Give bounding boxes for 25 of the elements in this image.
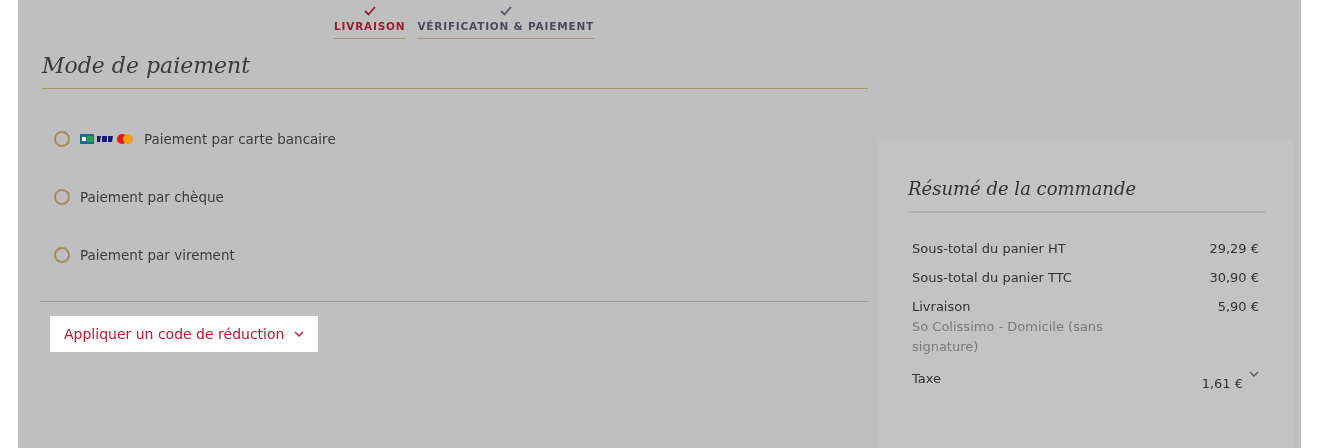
checkout-step-tab[interactable]: LIVRAISON [334,6,406,39]
checkout-step-tab[interactable]: VÉRIFICATION & PAIEMENT [417,6,594,39]
section-heading: Mode de paiement [42,53,868,89]
payment-option-label: Paiement par chèque [80,189,224,205]
summary-amount: 29,29 € [1209,241,1259,256]
checkmark-icon [363,6,376,16]
radio-button[interactable] [54,189,70,205]
summary-heading: Résumé de la commande [908,178,1265,213]
chevron-down-icon [294,331,305,337]
payment-option-label: Paiement par virement [80,247,235,263]
radio-button[interactable] [54,247,70,263]
summary-label: Taxe [912,371,942,387]
summary-amount: 5,90 € [1217,299,1259,314]
summary-label: Sous-total du panier HT [912,241,1066,256]
summary-amount: 1,61 € [1201,376,1243,392]
summary-amount: 30,90 € [1209,270,1259,285]
checkmark-icon [499,6,512,16]
summary-label: Sous-total du panier TTC [912,270,1072,285]
shipping-method-text: So Colissimo - Domicile (sans signature) [912,318,1104,357]
chevron-down-icon [1249,371,1259,378]
payment-option-label: Paiement par carte bancaire [144,131,336,147]
radio-button[interactable] [54,131,70,147]
card-logos-icon [80,133,136,145]
discount-code-button[interactable]: Appliquer un code de réduction [50,316,319,352]
summary-label: Livraison [912,299,972,314]
